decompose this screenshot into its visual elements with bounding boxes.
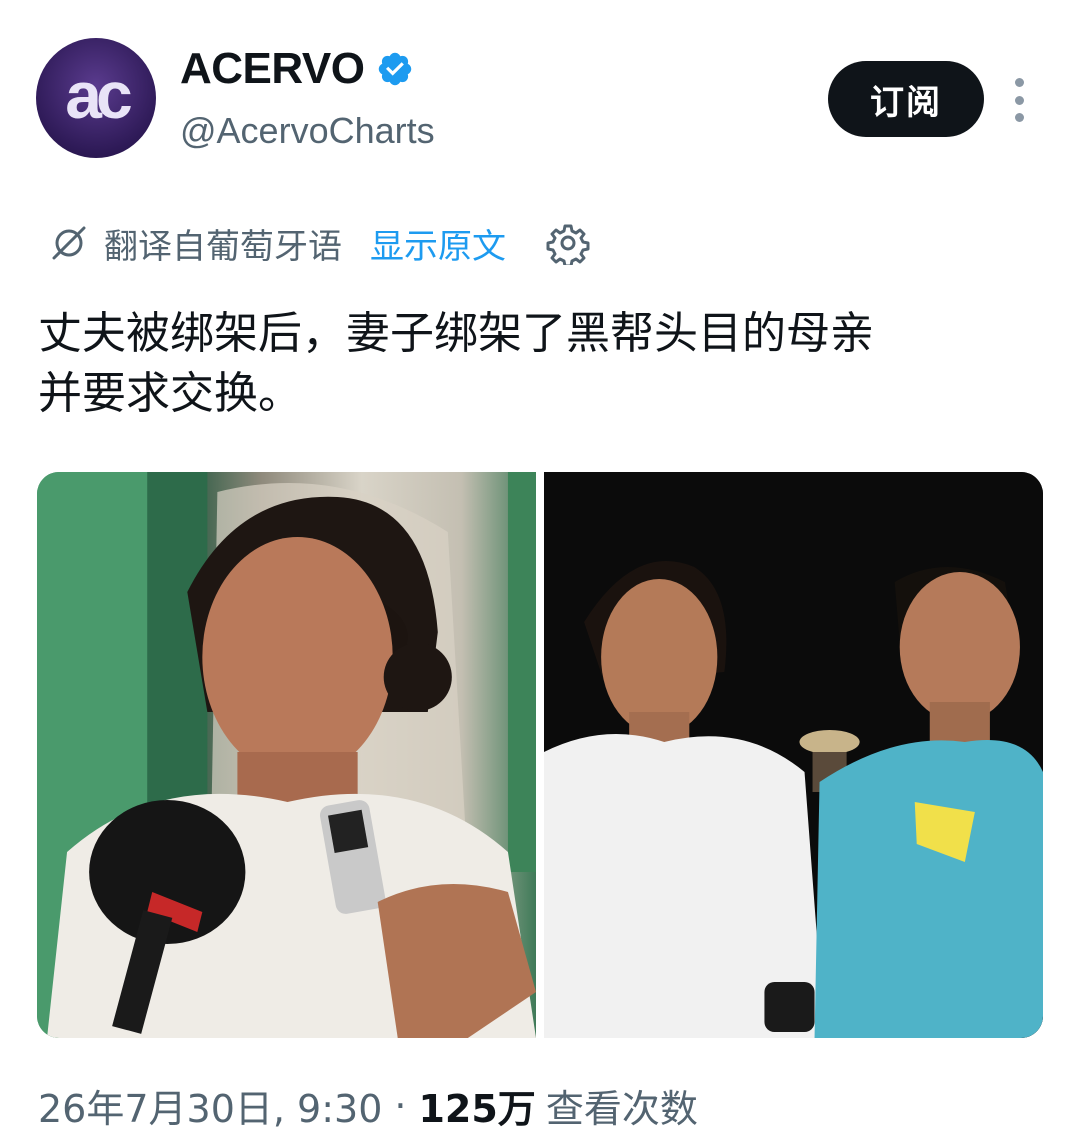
meta-separator: · [394,1083,407,1128]
woman-interview-photo[interactable] [37,472,536,1038]
more-dot [1014,113,1024,122]
translated-from-label: 翻译自葡萄牙语 [104,226,342,267]
display-name-row: ACERVO [180,44,414,94]
translate-icon [52,226,86,260]
avatar-logo-text: ac [65,58,132,132]
couple-night-illustration [544,472,1043,1038]
more-vertical-icon[interactable] [1008,78,1030,122]
gear-icon[interactable] [546,221,590,265]
timestamp[interactable]: 26年7月30日, 9:30 [38,1078,382,1133]
views-label: 查看次数 [545,1087,698,1131]
subscribe-button[interactable]: 订阅 [828,61,984,137]
account-avatar[interactable]: ac [36,38,156,158]
show-original-link[interactable]: 显示原文 [370,219,506,268]
account-handle[interactable]: @AcervoCharts [180,110,435,152]
verified-badge-icon [379,52,412,86]
tweet-meta: 26年7月30日, 9:30 · 125万 查看次数 [38,1078,698,1133]
woman-interview-illustration [37,472,536,1038]
views-count: 125万 [418,1087,536,1131]
more-dot [1014,95,1024,105]
display-name[interactable]: ACERVO [180,44,365,94]
tweet-text: 丈夫被绑架后，妻子绑架了黑帮头目的母亲 并要求交换。 [38,308,874,419]
couple-night-photo[interactable] [544,472,1043,1038]
translation-bar: 翻译自葡萄牙语 显示原文 [48,218,590,268]
media-grid [37,472,1043,1038]
more-dot [1014,78,1024,87]
